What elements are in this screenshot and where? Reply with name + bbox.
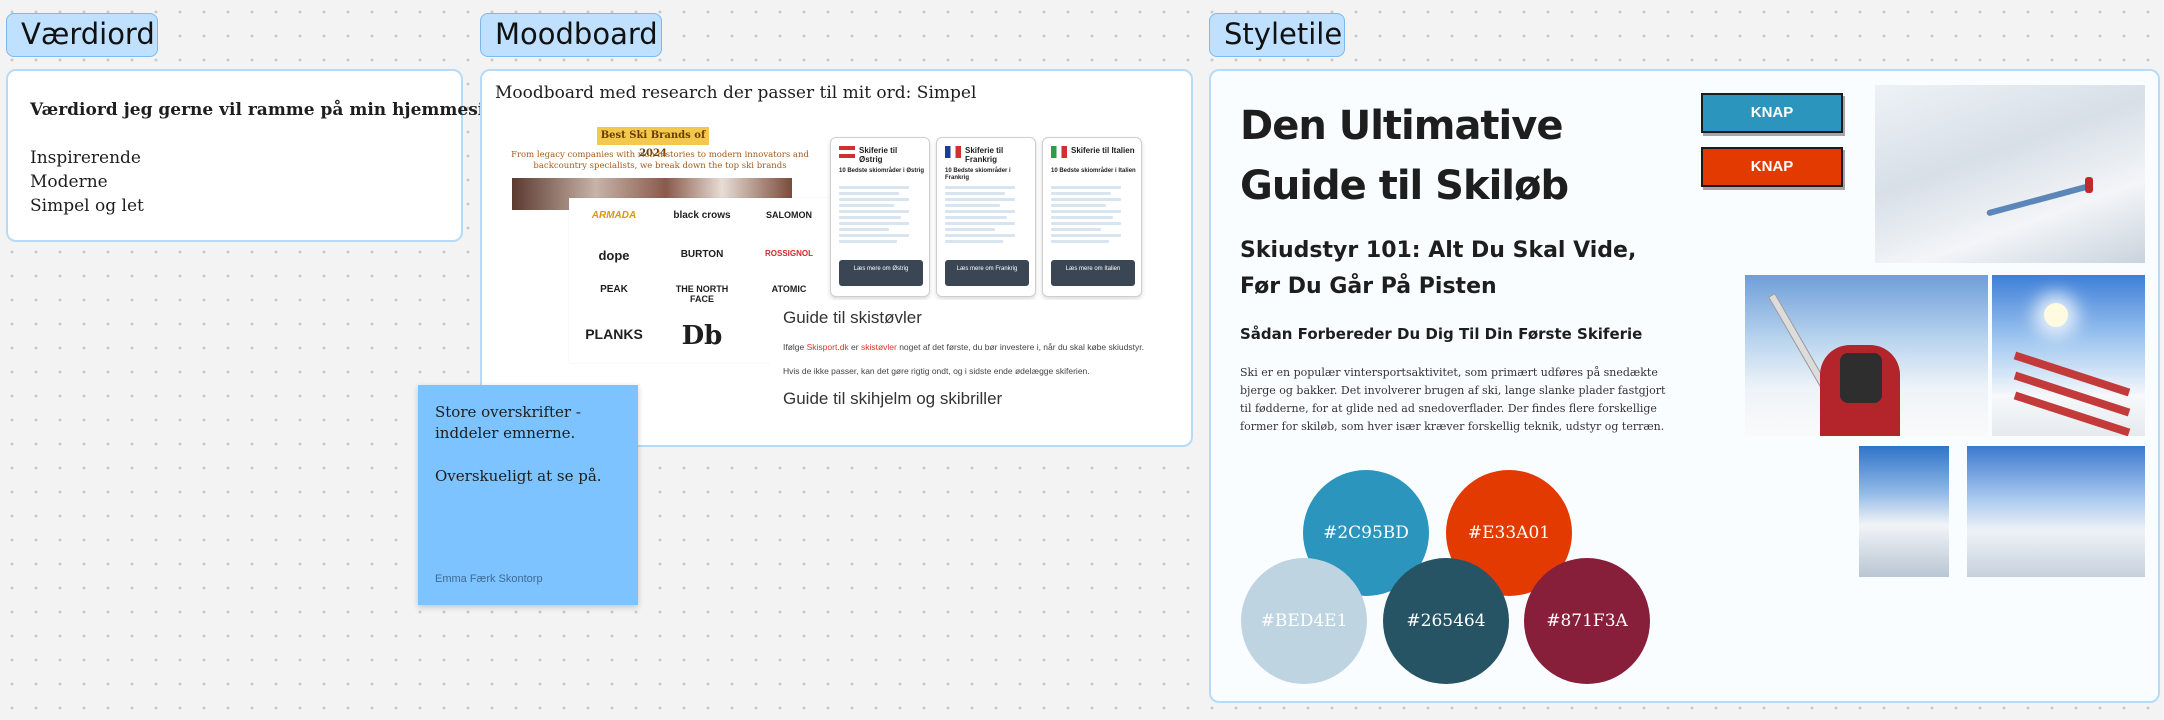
card-read-more-button[interactable]: Læs mere om Frankrig: [945, 260, 1029, 286]
card-read-more-button[interactable]: Læs mere om Østrig: [839, 260, 923, 286]
card-read-more-button[interactable]: Læs mere om Italien: [1051, 260, 1135, 286]
section-label-moodboard[interactable]: Moodboard: [480, 13, 662, 57]
snowy-mountain-photo[interactable]: [1859, 446, 1949, 577]
skistovler-link[interactable]: skistøvler: [861, 342, 897, 352]
color-swatch[interactable]: #265464: [1383, 558, 1509, 684]
knap-button-blue[interactable]: KNAP: [1701, 93, 1843, 133]
mountain-panorama-photo[interactable]: [1967, 446, 2145, 577]
card-subtitle: 10 Bedste skiområder i Frankrig: [945, 168, 1011, 181]
burton-logo: BURTON: [680, 249, 724, 260]
moodboard-caption: Moodboard med research der passer til mi…: [495, 83, 977, 103]
salomon-logo: SALOMON: [766, 210, 812, 220]
ski-brands-subtitle: From legacy companies with rich historie…: [511, 150, 809, 171]
north-face-logo: THE NORTH FACE: [675, 284, 729, 304]
vaerdiord-item: Simpel og let: [30, 196, 144, 216]
card-subtitle: 10 Bedste skiområder i Italien: [1051, 168, 1136, 174]
db-logo: Db: [681, 321, 723, 351]
rossignol-logo: ROSSIGNOL: [764, 249, 813, 258]
skiferie-card-austria[interactable]: Skiferie til Østrig 10 Bedste skiområder…: [830, 137, 930, 297]
ski-rack-sun-photo[interactable]: [1992, 275, 2145, 436]
styletile-heading-2: Skiudstyr 101: Alt Du Skal Vide, Før Du …: [1240, 238, 1637, 299]
ski-brands-title: Best Ski Brands of 2024: [597, 127, 709, 159]
knap-button-orange[interactable]: KNAP: [1701, 147, 1843, 187]
skiferie-card-italy[interactable]: Skiferie til Italien 10 Bedste skiområde…: [1042, 137, 1142, 297]
card-title: Skiferie til Østrig: [859, 146, 898, 164]
austria-flag-icon: [839, 146, 855, 158]
section-label-vaerdiord[interactable]: Værdiord: [6, 13, 158, 57]
section-label-styletile[interactable]: Styletile: [1209, 13, 1345, 57]
italy-flag-icon: [1051, 146, 1067, 158]
skisport-link[interactable]: Skisport.dk: [807, 342, 849, 352]
skiferie-card-france[interactable]: Skiferie til Frankrig 10 Bedste skiområd…: [936, 137, 1036, 297]
vaerdiord-item: Inspirerende: [30, 148, 141, 168]
styletile-heading-3: Sådan Forbereder Du Dig Til Din Første S…: [1240, 325, 1643, 343]
sticky-note-text: Overskueligt at se på.: [435, 467, 602, 485]
skier-carrying-skis-photo[interactable]: [1745, 275, 1988, 436]
guide-heading: Guide til skistøvler: [783, 308, 922, 327]
snow-slope-skier-photo[interactable]: [1875, 85, 2145, 263]
sticky-note-text: Store overskrifter - inddeler emnerne.: [435, 403, 581, 442]
france-flag-icon: [945, 146, 961, 158]
guide-heading-2: Guide til skihjelm og skibriller: [783, 389, 1003, 408]
vaerdiord-title: Værdiord jeg gerne vil ramme på min hjem…: [30, 100, 507, 120]
styletile-heading-1: Den Ultimative Guide til Skiløb: [1240, 103, 1569, 209]
armada-logo: ARMADA: [591, 210, 637, 221]
color-swatch[interactable]: #BED4E1: [1241, 558, 1367, 684]
color-swatch[interactable]: #871F3A: [1524, 558, 1650, 684]
guide-paragraph: Hvis de ikke passer, kan det gøre rigtig…: [783, 366, 1090, 376]
black-crows-logo: black crows: [673, 210, 731, 221]
guide-paragraph: Ifølge Skisport.dk er skistøvler noget a…: [783, 342, 1144, 352]
card-subtitle: 10 Bedste skiområder i Østrig: [839, 168, 925, 174]
atomic-logo: ATOMIC: [771, 284, 807, 294]
card-title: Skiferie til Frankrig: [965, 146, 1004, 164]
card-title: Skiferie til Italien: [1071, 146, 1135, 155]
dope-logo: dope: [598, 248, 630, 263]
planks-logo: PLANKS: [585, 326, 643, 342]
peak-logo: PEAK: [600, 284, 628, 295]
styletile-body-text: Ski er en populær vintersportsaktivitet,…: [1240, 366, 1666, 433]
sticky-note-author: Emma Færk Skontorp: [435, 573, 543, 585]
vaerdiord-item: Moderne: [30, 172, 108, 192]
